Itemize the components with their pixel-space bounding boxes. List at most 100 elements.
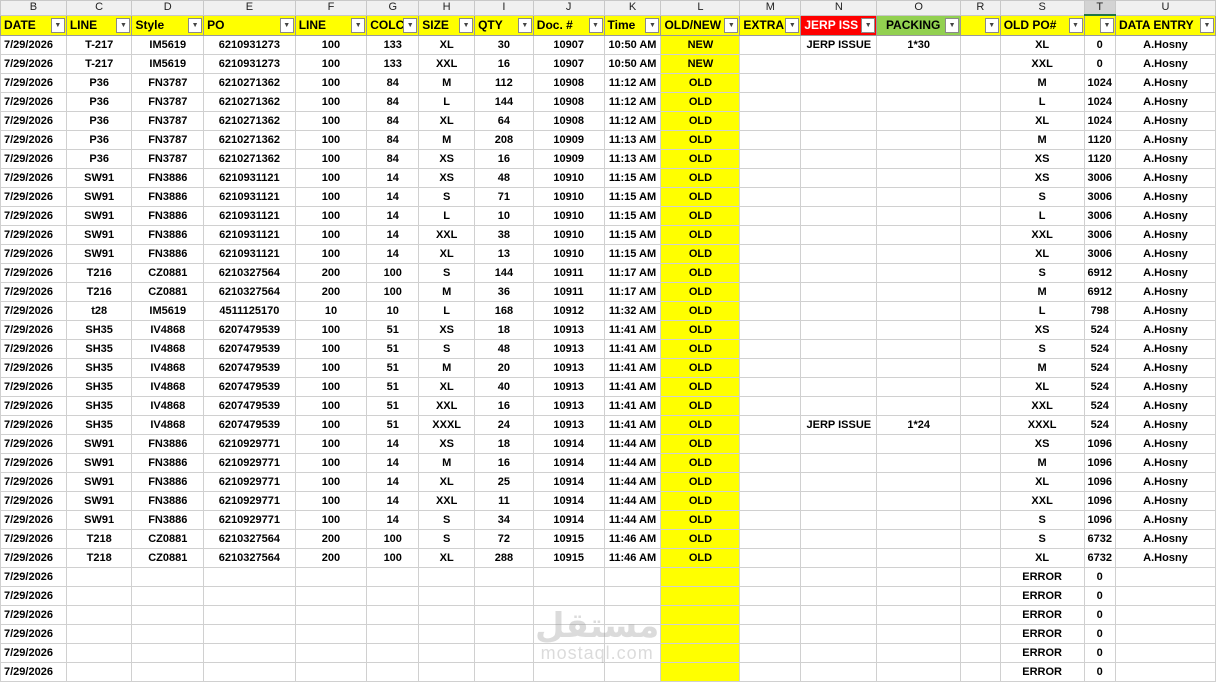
cell[interactable]: 100: [294, 320, 368, 340]
filter-dropdown-icon[interactable]: ▼: [50, 17, 65, 33]
cell[interactable]: 200: [294, 282, 368, 302]
cell[interactable]: [876, 510, 962, 530]
cell[interactable]: A.Hosny: [1114, 73, 1216, 93]
column-letter-e[interactable]: E: [203, 0, 296, 16]
cell[interactable]: OLD: [660, 301, 741, 321]
cell[interactable]: 7/29/2026: [0, 73, 67, 93]
cell[interactable]: T216: [65, 263, 133, 283]
cell[interactable]: [532, 624, 605, 644]
cell[interactable]: S: [418, 187, 476, 207]
cell[interactable]: [65, 643, 133, 663]
cell[interactable]: [1114, 586, 1216, 606]
cell[interactable]: [960, 377, 1001, 397]
cell[interactable]: 6210271362: [203, 149, 296, 169]
cell[interactable]: 100: [294, 225, 368, 245]
cell[interactable]: [800, 92, 878, 112]
cell[interactable]: [532, 662, 605, 682]
cell[interactable]: T-217: [65, 54, 133, 74]
cell[interactable]: 524: [1083, 396, 1116, 416]
cell[interactable]: [474, 586, 534, 606]
cell[interactable]: P36: [65, 92, 133, 112]
column-letter-l[interactable]: L: [660, 0, 741, 16]
cell[interactable]: FN3886: [131, 453, 205, 473]
cell[interactable]: 0: [1083, 35, 1116, 55]
cell[interactable]: [876, 529, 962, 549]
cell[interactable]: [65, 605, 133, 625]
cell[interactable]: ERROR: [999, 567, 1085, 587]
filter-dropdown-icon[interactable]: ▼: [1200, 17, 1214, 33]
cell[interactable]: 798: [1083, 301, 1116, 321]
cell[interactable]: 10913: [532, 339, 605, 359]
cell[interactable]: [739, 130, 802, 150]
cell[interactable]: [739, 282, 802, 302]
cell[interactable]: 14: [366, 206, 420, 226]
cell[interactable]: [876, 244, 962, 264]
header-cell[interactable]: COLC ▼: [366, 14, 420, 36]
cell[interactable]: [876, 282, 962, 302]
cell[interactable]: M: [999, 358, 1085, 378]
cell[interactable]: XL: [999, 377, 1085, 397]
cell[interactable]: S: [418, 263, 476, 283]
cell[interactable]: 524: [1083, 320, 1116, 340]
cell[interactable]: P36: [65, 111, 133, 131]
cell[interactable]: 6210931121: [203, 206, 296, 226]
cell[interactable]: XL: [999, 111, 1085, 131]
cell[interactable]: M: [418, 282, 476, 302]
cell[interactable]: [366, 662, 420, 682]
cell[interactable]: 11:44 AM: [603, 453, 662, 473]
cell[interactable]: [203, 567, 296, 587]
cell[interactable]: [876, 396, 962, 416]
cell[interactable]: [960, 472, 1001, 492]
cell[interactable]: ERROR: [999, 605, 1085, 625]
column-letter-m[interactable]: M: [739, 0, 802, 16]
cell[interactable]: 11:13 AM: [603, 149, 662, 169]
cell[interactable]: A.Hosny: [1114, 472, 1216, 492]
cell[interactable]: 6732: [1083, 529, 1116, 549]
cell[interactable]: 100: [294, 168, 368, 188]
cell[interactable]: FN3886: [131, 244, 205, 264]
cell[interactable]: SH35: [65, 377, 133, 397]
cell[interactable]: XL: [999, 244, 1085, 264]
cell[interactable]: S: [418, 529, 476, 549]
cell[interactable]: [294, 662, 368, 682]
cell[interactable]: 11:12 AM: [603, 92, 662, 112]
cell[interactable]: 3006: [1083, 168, 1116, 188]
cell[interactable]: A.Hosny: [1114, 206, 1216, 226]
cell[interactable]: [603, 643, 662, 663]
header-cell[interactable]: Time ▼: [603, 14, 662, 36]
cell[interactable]: 7/29/2026: [0, 643, 67, 663]
cell[interactable]: OLD: [660, 244, 741, 264]
cell[interactable]: 64: [474, 111, 534, 131]
cell[interactable]: SW91: [65, 225, 133, 245]
cell[interactable]: [1114, 567, 1216, 587]
cell[interactable]: 1096: [1083, 434, 1116, 454]
cell[interactable]: [131, 586, 205, 606]
cell[interactable]: [474, 567, 534, 587]
cell[interactable]: A.Hosny: [1114, 130, 1216, 150]
cell[interactable]: XXL: [999, 225, 1085, 245]
cell[interactable]: IM5619: [131, 35, 205, 55]
cell[interactable]: [800, 187, 878, 207]
cell[interactable]: 7/29/2026: [0, 605, 67, 625]
cell[interactable]: XL: [418, 472, 476, 492]
cell[interactable]: 1120: [1083, 149, 1116, 169]
cell[interactable]: [960, 358, 1001, 378]
cell[interactable]: [366, 586, 420, 606]
header-cell[interactable]: SIZE ▼: [418, 14, 476, 36]
cell[interactable]: 14: [366, 472, 420, 492]
cell[interactable]: 524: [1083, 415, 1116, 435]
filter-dropdown-icon[interactable]: ▼: [588, 17, 603, 33]
cell[interactable]: [739, 510, 802, 530]
cell[interactable]: [739, 35, 802, 55]
cell[interactable]: 38: [474, 225, 534, 245]
cell[interactable]: 84: [366, 149, 420, 169]
cell[interactable]: 10907: [532, 54, 605, 74]
column-letter-j[interactable]: J: [532, 0, 605, 16]
cell[interactable]: XXXL: [999, 415, 1085, 435]
cell[interactable]: SH35: [65, 339, 133, 359]
cell[interactable]: [800, 282, 878, 302]
cell[interactable]: [739, 320, 802, 340]
cell[interactable]: FN3886: [131, 491, 205, 511]
cell[interactable]: 10914: [532, 491, 605, 511]
cell[interactable]: OLD: [660, 529, 741, 549]
